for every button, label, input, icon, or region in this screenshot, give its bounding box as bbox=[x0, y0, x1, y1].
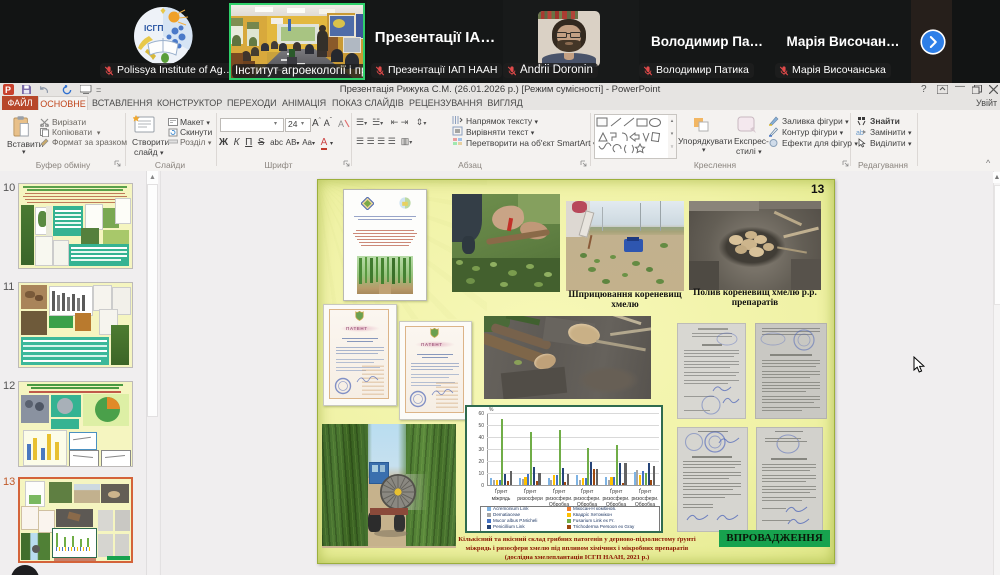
svg-text:A: A bbox=[338, 119, 344, 129]
svg-text:ab: ab bbox=[856, 130, 864, 137]
svg-text:ІСГП: ІСГП bbox=[144, 23, 163, 33]
